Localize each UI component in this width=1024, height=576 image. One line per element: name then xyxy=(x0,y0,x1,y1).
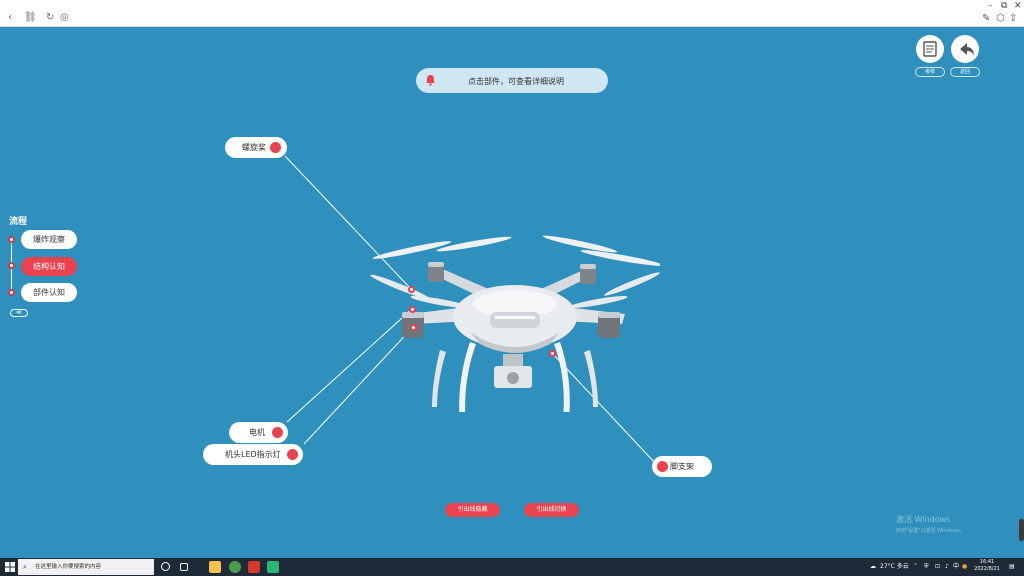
restore-icon[interactable]: ⧉ xyxy=(1001,1,1007,11)
part-label-propeller[interactable]: 螺旋桨 xyxy=(225,137,287,158)
led-hotspot[interactable] xyxy=(410,324,417,331)
globe-icon[interactable]: ◎ xyxy=(60,13,69,23)
hide-lines-button[interactable]: 引出线隐藏 xyxy=(445,503,500,517)
part-dot xyxy=(657,461,668,472)
file-explorer-icon[interactable] xyxy=(209,561,221,573)
part-label-landing-gear[interactable]: 脚支架 xyxy=(652,456,712,477)
exam-button[interactable] xyxy=(916,35,944,63)
weather-icon: ☁ xyxy=(870,563,876,570)
motor-hotspot[interactable] xyxy=(409,306,416,313)
flow-step-explode[interactable]: 爆炸观察 xyxy=(21,230,77,249)
part-dot xyxy=(272,427,283,438)
flow-title: 流程 xyxy=(9,217,28,227)
wechat-icon[interactable] xyxy=(267,561,279,573)
close-icon[interactable]: ✕ xyxy=(1014,1,1022,11)
link-icon[interactable]: ⛓ xyxy=(24,13,37,23)
notification-icon[interactable]: ▤ xyxy=(1009,561,1015,573)
volume-icon[interactable]: ♪ xyxy=(945,561,949,573)
exam-label: 考核 xyxy=(915,67,945,77)
task-view-icon[interactable] xyxy=(180,563,188,571)
chrome-icon[interactable] xyxy=(229,561,241,573)
part-name: 机头LED指示灯 xyxy=(225,450,281,459)
landing-gear-hotspot[interactable] xyxy=(549,350,556,357)
clock[interactable]: 16:41 2022/8/21 xyxy=(970,559,1004,573)
flow-step-parts[interactable]: 部件认知 xyxy=(21,283,77,302)
part-label-motor[interactable]: 电机 xyxy=(229,422,288,443)
drone-model[interactable] xyxy=(370,232,660,412)
search-icon: ⌕ xyxy=(23,563,27,571)
hint-banner: 点击部件，可查看详细说明 xyxy=(416,68,608,93)
return-label: 返回 xyxy=(950,67,980,77)
clock-time: 16:41 xyxy=(979,559,995,565)
network-icon[interactable]: ⊡ xyxy=(935,561,940,573)
flow-step-structure[interactable]: 结构认知 xyxy=(21,257,77,276)
search-placeholder: 在这里输入你要搜索的内容 xyxy=(35,564,102,570)
propeller-hotspot[interactable] xyxy=(408,286,415,293)
wps-icon[interactable] xyxy=(248,561,260,573)
activation-watermark: 激活 Windows 转到"设置"以激活 Windows。 xyxy=(896,514,965,534)
part-name: 脚支架 xyxy=(670,462,694,471)
clock-date: 2022/8/21 xyxy=(974,566,1000,572)
ime-icon[interactable]: 中 xyxy=(953,561,959,573)
cortana-icon[interactable] xyxy=(161,562,170,571)
hint-text: 点击部件，可查看详细说明 xyxy=(468,77,564,86)
part-name: 电机 xyxy=(249,428,265,437)
main-stage: 点击部件，可查看详细说明 考核 返回 流程 爆炸观察 结构认知 部件认知 ≪ 螺… xyxy=(0,27,1024,558)
flow-dot-3 xyxy=(8,289,15,296)
return-arrow-icon xyxy=(960,43,974,56)
back-icon[interactable]: ‹ xyxy=(8,13,12,23)
shield-icon[interactable]: ⛨ xyxy=(924,561,929,573)
part-name: 螺旋桨 xyxy=(242,143,266,152)
taskbar-search[interactable]: ⌕ 在这里输入你要搜索的内容 xyxy=(18,559,154,575)
weather-text: 27°C 多云 xyxy=(880,563,909,570)
refresh-icon[interactable]: ↻ xyxy=(46,13,54,23)
flow-dot-2 xyxy=(8,262,15,269)
return-button[interactable] xyxy=(951,35,979,63)
flow-dot-1 xyxy=(8,236,15,243)
cube-icon[interactable]: ⬡ xyxy=(996,13,1005,24)
browser-toolbar: ‹ ⛓ ↻ ◎ – ⧉ ✕ ✎ ⬡ ⇪ xyxy=(0,0,1024,27)
collapse-button[interactable]: ≪ xyxy=(10,309,28,317)
part-dot xyxy=(287,449,298,460)
scroll-handle[interactable] xyxy=(1019,519,1024,541)
switch-lines-button[interactable]: 引出线切换 xyxy=(524,503,579,517)
part-dot xyxy=(270,142,281,153)
app-tray-icon[interactable]: ● xyxy=(962,561,967,573)
book-icon xyxy=(923,41,937,57)
share-icon[interactable]: ⇪ xyxy=(1009,13,1017,24)
minimize-icon[interactable]: – xyxy=(988,1,993,11)
watermark-title: 激活 Windows xyxy=(896,515,951,524)
part-label-led[interactable]: 机头LED指示灯 xyxy=(203,444,303,465)
tray-arrow-icon[interactable]: ˄ xyxy=(914,561,917,573)
windows-start-icon[interactable] xyxy=(5,562,15,572)
watermark-subtitle: 转到"设置"以激活 Windows。 xyxy=(896,528,965,534)
pen-icon[interactable]: ✎ xyxy=(982,13,990,24)
taskbar: ⌕ 在这里输入你要搜索的内容 ☁ 27°C 多云 ˄ ⛨ ⊡ ♪ 中 ● 16:… xyxy=(0,558,1024,576)
